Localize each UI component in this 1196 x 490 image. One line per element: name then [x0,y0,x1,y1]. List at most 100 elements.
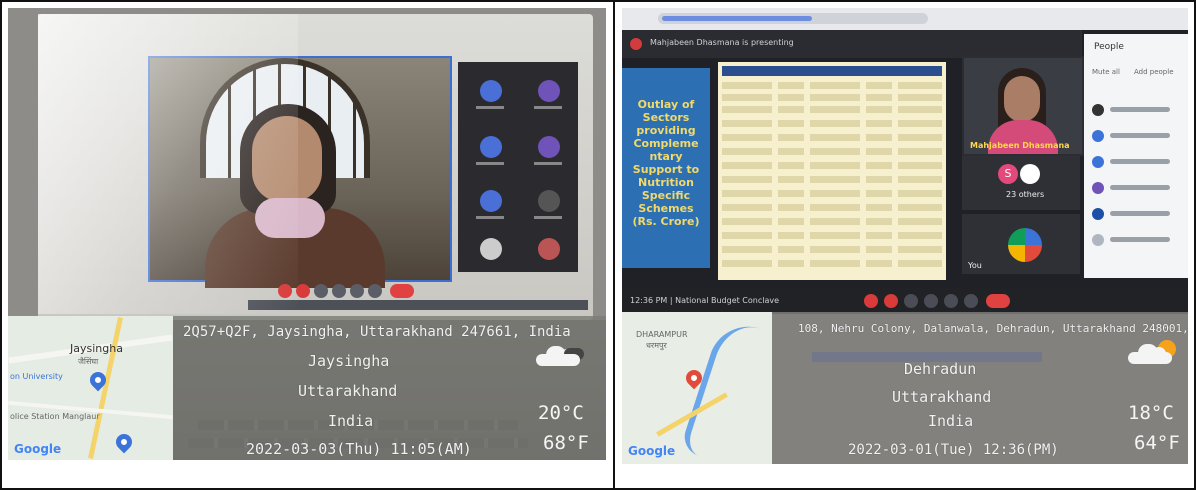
map-place-label: Jaysingha [70,342,123,355]
self-tile: You [962,214,1080,274]
people-panel: People Mute all Add people [1084,34,1188,278]
geotag-datetime: 2022-03-01(Tue) 12:36(PM) [848,442,1059,458]
laptop-screen: Mahjabeen Dhasmana is presenting Outlay … [622,8,1188,314]
table-row [722,162,942,169]
map-river [679,316,767,464]
more-options-icon[interactable] [368,284,382,298]
avatar [538,190,560,212]
avatar [480,190,502,212]
add-people-button[interactable]: Add people [1134,68,1174,76]
avatar [480,80,502,102]
present-icon[interactable] [350,284,364,298]
mic-icon [1020,164,1040,184]
raise-hand-icon[interactable] [332,284,346,298]
location-map: DHARAMPUR धरमपुर Google [622,312,772,464]
screen-glare [38,14,298,314]
captions-icon[interactable] [314,284,328,298]
table-row [722,82,942,89]
avatar [538,136,560,158]
table-row [722,190,942,197]
table-row [722,176,942,183]
avatar [538,238,560,260]
list-item[interactable] [1092,156,1188,170]
geotag-overlay: DHARAMPUR धरमपुर Google 108, Nehru Colon… [622,312,1188,464]
list-item[interactable] [1092,104,1188,118]
avatar: S [998,164,1018,184]
table-row [722,260,942,267]
table-row [722,120,942,127]
map-place-label-local: धरमपुर [646,341,667,350]
google-logo: Google [628,444,676,458]
end-call-icon[interactable] [390,284,414,298]
table-row [722,204,942,211]
temperature-celsius: 18°C [1128,402,1174,424]
avatar-caption [476,162,504,165]
slide-table [718,62,946,280]
map-poi-label: on University [10,372,63,381]
list-item[interactable] [1092,130,1188,144]
table-row [722,94,942,101]
geotag-country: India [328,412,374,430]
temperature-celsius: 20°C [538,402,584,424]
right-photo: Mahjabeen Dhasmana is presenting Outlay … [622,8,1188,464]
slide-title-line: Support to [632,163,700,176]
avatar-caption [534,216,562,219]
camera-off-icon[interactable] [884,294,898,308]
avatar [480,136,502,158]
table-row [722,106,942,113]
temperature-fahrenheit: 68°F [543,432,589,454]
geotag-city: Jaysingha [308,352,390,370]
left-photo: Jaysingha जैसिंघा on University olice St… [8,8,606,460]
table-row [722,218,942,225]
present-icon[interactable] [944,294,958,308]
temperature-fahrenheit: 64°F [1134,432,1180,454]
others-tile: S 23 others [962,156,1080,210]
list-item[interactable] [1092,182,1188,196]
geotag-city: Dehradun [904,360,977,378]
panel-divider [613,0,615,490]
raise-hand-icon[interactable] [924,294,938,308]
slide-title-line: providing [636,124,696,137]
table-header [722,66,942,76]
slide-title-line: Compleme [633,137,699,150]
slide-title-line: Sectors [642,111,690,124]
table-row [722,246,942,253]
map-place-label-local: जैसिंघा [78,357,99,366]
captions-icon[interactable] [904,294,918,308]
google-logo: Google [14,442,62,456]
geotag-datetime: 2022-03-03(Thu) 11:05(AM) [246,440,472,458]
meeting-controls [278,284,428,300]
mute-all-button[interactable]: Mute all [1092,68,1120,76]
address-bar[interactable] [658,13,928,24]
list-item[interactable] [1092,208,1188,222]
presenting-icon [630,38,642,50]
table-row [722,232,942,239]
avatar [480,238,502,260]
browser-toolbar [622,8,1188,30]
presenting-banner: Mahjabeen Dhasmana is presenting [622,30,1082,58]
speaker-tile: Mahjabeen Dhasmana [962,56,1084,156]
geotag-overlay: Jaysingha जैसिंघा on University olice St… [8,316,606,460]
camera-off-icon[interactable] [296,284,310,298]
geotag-state: Uttarakhand [892,388,992,406]
more-options-icon[interactable] [964,294,978,308]
avatar [538,80,560,102]
partly-sunny-icon [1128,340,1176,364]
participant-tiles [458,62,578,272]
slide-title-line: (Rs. Crore) [632,215,700,228]
slide-title: Outlay of Sectors providing Compleme nta… [622,68,710,268]
slide-title-line: Schemes [638,202,694,215]
avatar-caption [476,106,504,109]
geotag-address: 2Q57+Q2F, Jaysingha, Uttarakhand 247661,… [183,324,571,340]
mic-off-icon[interactable] [864,294,878,308]
avatar [1008,228,1042,262]
slide-title-line: Nutrition [638,176,694,189]
list-item[interactable] [1092,234,1188,248]
avatar-caption [534,106,562,109]
people-panel-title: People [1094,42,1124,52]
speaker-face [1004,76,1040,122]
end-call-icon[interactable] [986,294,1010,308]
avatar-caption [476,216,504,219]
meeting-info: 12:36 PM | National Budget Conclave [630,296,780,305]
cloud-icon [536,346,584,366]
